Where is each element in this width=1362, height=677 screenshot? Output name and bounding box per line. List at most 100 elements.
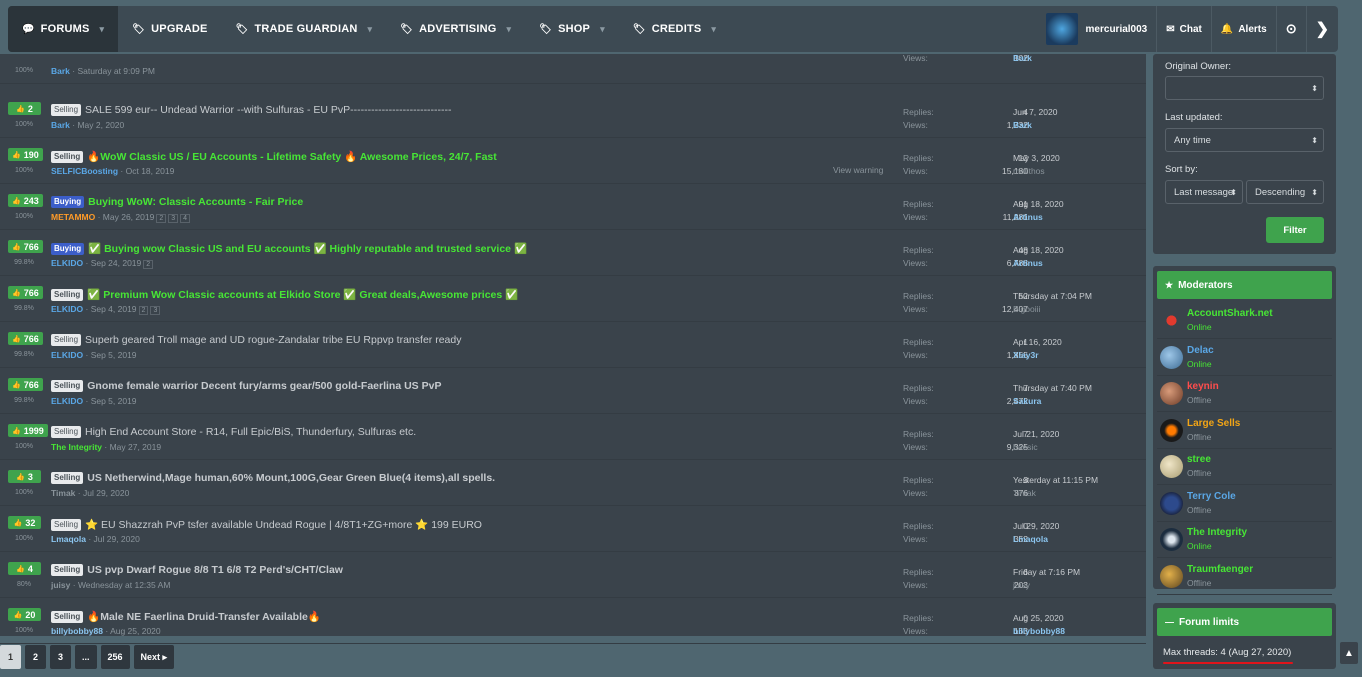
thread-title[interactable]: Selling 🔥Male NE Faerlina Druid-Transfer …	[51, 610, 321, 623]
prefix-label[interactable]: Buying	[51, 196, 85, 208]
moderator-item[interactable]: Traumfaenger Offline	[1157, 559, 1332, 595]
last-post-date[interactable]: Aug 18, 2020	[1013, 244, 1064, 257]
last-post-date[interactable]: Aug 18, 2020	[1013, 198, 1064, 211]
theme-toggle[interactable]: ⊙	[1275, 6, 1306, 52]
last-post-user[interactable]: Bark	[1013, 119, 1057, 132]
thread-row[interactable]: 👍 1999 100% Selling High End Account Store -…	[0, 414, 1146, 460]
last-post[interactable]: Yesterday at 11:15 PM Timak	[1013, 474, 1098, 500]
avatar[interactable]	[1160, 528, 1183, 551]
thread-title-text[interactable]: High End Account Store - R14, Full Epic/…	[85, 426, 416, 438]
thread-author[interactable]: Bark	[51, 66, 70, 76]
moderator-name[interactable]: Large Sells	[1187, 418, 1240, 429]
moderator-name[interactable]: keynin	[1187, 381, 1219, 392]
prefix-label[interactable]: Selling	[51, 519, 82, 531]
thread-page-link[interactable]: 4	[180, 214, 191, 223]
moderator-item[interactable]: stree Offline	[1157, 449, 1332, 485]
prefix-label[interactable]: Selling	[51, 334, 82, 346]
avatar[interactable]	[1160, 491, 1183, 515]
page-button[interactable]: ...	[75, 645, 97, 669]
thread-title[interactable]: Selling ⭐ EU Shazzrah PvP tsfer available…	[51, 518, 482, 531]
thread-title[interactable]: Selling Superb geared Troll mage and UD r…	[51, 334, 461, 346]
last-post-user[interactable]: Artinus	[1013, 211, 1064, 224]
thread-title-text[interactable]: Gnome female warrior Decent fury/arms ge…	[87, 380, 441, 392]
thread-row[interactable]: 👍 766 99.8% Selling Superb geared Troll mage…	[0, 322, 1146, 368]
thread-title[interactable]: Selling ✅ Premium Wow Classic accounts at…	[51, 288, 518, 301]
thread-title[interactable]: Selling 🔥WoW Classic US / EU Accounts - L…	[51, 150, 497, 163]
thread-author[interactable]: SELFICBoosting	[51, 166, 118, 176]
thread-row[interactable]: 👍 243 100% Buying Buying WoW: Classic Accoun…	[0, 184, 1146, 230]
last-post-user[interactable]: Timak	[1013, 487, 1098, 500]
page-button[interactable]: 256	[100, 645, 130, 669]
page-button[interactable]: 3	[50, 645, 71, 669]
thread-title[interactable]: Selling High End Account Store - R14, Ful…	[51, 426, 416, 438]
prefix-label[interactable]: Buying	[51, 243, 85, 255]
thread-row[interactable]: 👍 766 99.8% Buying ✅ Buying wow Classic US a…	[0, 230, 1146, 276]
moderator-item[interactable]: Delac Online	[1157, 340, 1332, 376]
last-post-user[interactable]: Xlay3r	[1013, 349, 1062, 362]
last-post-date[interactable]: Jun 7, 2020	[1013, 106, 1057, 119]
nav-next[interactable]: ❯	[1305, 6, 1338, 52]
scroll-top-button[interactable]: ▲	[1340, 642, 1358, 664]
avatar[interactable]	[1160, 455, 1183, 478]
thread-title-text[interactable]: SALE 599 eur-- Undead Warrior --with Sul…	[85, 104, 452, 116]
prefix-label[interactable]: Selling	[51, 380, 84, 392]
thread-title[interactable]: Buying ✅ Buying wow Classic US and EU acc…	[51, 242, 527, 255]
nav-alerts[interactable]: 🔔 Alerts	[1210, 6, 1276, 52]
last-post[interactable]: May 3, 2020 malithos	[1013, 152, 1060, 178]
thread-author[interactable]: ELKIDO	[51, 258, 83, 268]
last-post-user[interactable]: juisy	[1013, 579, 1080, 592]
filter-button[interactable]: Filter	[1266, 217, 1324, 243]
thread-row[interactable]: 👍 20 100% Selling 🔥Male NE Faerlina Druid-Tr…	[0, 598, 1146, 644]
last-post-date[interactable]: Jul 29, 2020	[1013, 520, 1059, 533]
thread-author[interactable]: ELKIDO	[51, 304, 83, 314]
next-page-button[interactable]: Next ▸	[133, 645, 175, 669]
thread-row[interactable]: 👍 3 100% Selling US Netherwind,Mage human,60…	[0, 460, 1146, 506]
last-post[interactable]: Thursday at 7:04 PM Bigboiii	[1013, 290, 1092, 316]
avatar[interactable]	[1160, 382, 1183, 405]
prefix-label[interactable]: Selling	[51, 151, 84, 163]
avatar[interactable]	[1045, 13, 1078, 45]
thread-title[interactable]: Selling SALE 599 eur-- Undead Warrior --w…	[51, 104, 452, 116]
thread-page-link[interactable]: 3	[168, 214, 179, 223]
thread-title[interactable]: Selling US pvp Dwarf Rogue 8/8 T1 6/8 T2 …	[51, 564, 343, 576]
thread-title-text[interactable]: 🔥WoW Classic US / EU Accounts - Lifetime…	[87, 151, 497, 163]
moderator-item[interactable]: AccountShark.net Online	[1157, 303, 1332, 339]
moderator-name[interactable]: Terry Cole	[1187, 491, 1236, 502]
chevron-down-icon[interactable]: ▾	[711, 24, 716, 35]
moderator-name[interactable]: Delac	[1187, 345, 1214, 356]
thread-title-text[interactable]: Buying WoW: Classic Accounts - Fair Pric…	[88, 196, 303, 208]
chevron-down-icon[interactable]: ▾	[600, 24, 605, 35]
thread-author[interactable]: Bark	[51, 120, 70, 130]
moderator-item[interactable]: keynin Offline	[1157, 376, 1332, 412]
moderator-name[interactable]: Traumfaenger	[1187, 564, 1253, 575]
last-post-date[interactable]: Aug 25, 2020	[1013, 612, 1065, 625]
last-post[interactable]: Aug 18, 2020 Artinus	[1013, 198, 1064, 224]
last-post-user[interactable]: malithos	[1013, 165, 1060, 178]
page-button[interactable]: 1	[0, 645, 21, 669]
thread-page-link[interactable]: 2	[156, 214, 167, 223]
avatar[interactable]	[1160, 564, 1183, 588]
last-post-date[interactable]: Thursday at 7:04 PM	[1013, 290, 1092, 303]
last-post[interactable]: Apr 16, 2020 Xlay3r	[1013, 336, 1062, 362]
last-post-date[interactable]: May 3, 2020	[1013, 152, 1060, 165]
thread-author[interactable]: ELKIDO	[51, 350, 83, 360]
chevron-down-icon[interactable]: ▾	[368, 24, 373, 35]
moderator-item[interactable]: The Integrity Online	[1157, 522, 1332, 558]
sort-field-select[interactable]: Last message ⬍	[1165, 180, 1243, 204]
last-post[interactable]: Jul 29, 2020 Lmaqola	[1013, 520, 1059, 546]
thread-page-link[interactable]: 2	[138, 306, 149, 315]
thread-author[interactable]: ELKIDO	[51, 396, 83, 406]
thread-author[interactable]: The Integrity	[51, 442, 102, 452]
moderator-name[interactable]: stree	[1187, 454, 1211, 465]
moderator-item[interactable]: Large Sells Offline	[1157, 413, 1332, 449]
last-post[interactable]: Jun 7, 2020 Bark	[1013, 106, 1057, 132]
prefix-label[interactable]: Selling	[51, 426, 82, 438]
last-post-date[interactable]: Jul 21, 2020	[1013, 428, 1059, 441]
thread-title-text[interactable]: US Netherwind,Mage human,60% Mount,100G,…	[87, 472, 495, 484]
prefix-label[interactable]: Selling	[51, 611, 84, 623]
last-post-date[interactable]: Yesterday at 11:15 PM	[1013, 474, 1098, 487]
thread-author[interactable]: METAMMO	[51, 212, 95, 222]
last-post[interactable]: Aug 25, 2020 billybobby88	[1013, 612, 1065, 638]
last-post[interactable]: Jul 21, 2020 baesic	[1013, 428, 1059, 454]
prefix-label[interactable]: Selling	[51, 472, 84, 484]
